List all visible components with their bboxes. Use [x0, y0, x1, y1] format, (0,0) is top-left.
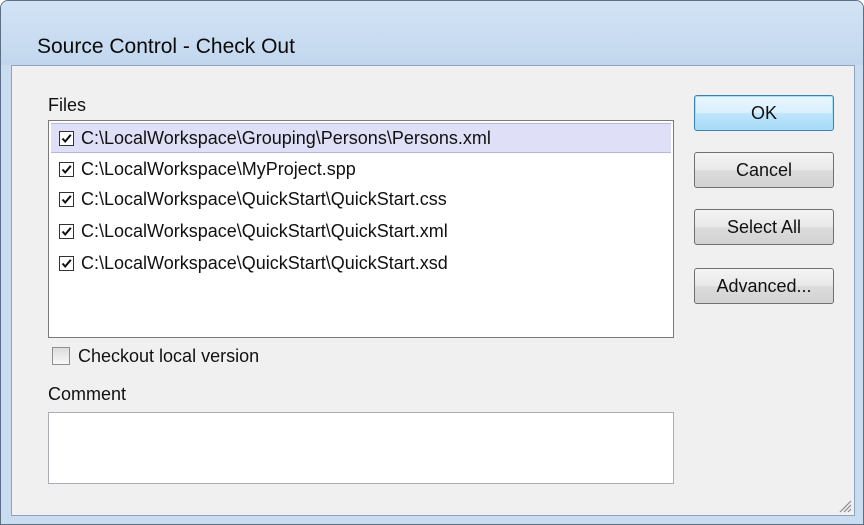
file-path: C:\LocalWorkspace\QuickStart\QuickStart.… — [81, 253, 448, 273]
file-checkbox[interactable] — [59, 256, 74, 271]
ok-button[interactable]: OK — [694, 95, 834, 131]
checkmark-icon — [61, 227, 72, 237]
resize-grip-icon[interactable] — [836, 497, 852, 513]
cancel-button[interactable]: Cancel — [694, 152, 834, 188]
files-list[interactable]: C:\LocalWorkspace\Grouping\Persons\Perso… — [48, 120, 674, 338]
file-path: C:\LocalWorkspace\Grouping\Persons\Perso… — [81, 128, 491, 148]
dialog-window: Source Control - Check Out Files C:\Loca… — [0, 0, 864, 525]
comment-field[interactable] — [48, 412, 674, 484]
file-path: C:\LocalWorkspace\QuickStart\QuickStart.… — [81, 221, 448, 241]
file-row[interactable]: C:\LocalWorkspace\MyProject.spp — [51, 155, 671, 185]
files-label: Files — [48, 95, 87, 115]
title-bar[interactable]: Source Control - Check Out — [1, 1, 863, 65]
select-all-button[interactable]: Select All — [694, 209, 834, 245]
checkout-local-label[interactable]: Checkout local version — [78, 346, 259, 367]
file-checkbox[interactable] — [59, 162, 74, 177]
window-title: Source Control - Check Out — [37, 35, 295, 58]
file-path: C:\LocalWorkspace\QuickStart\QuickStart.… — [81, 189, 447, 209]
checkmark-icon — [61, 195, 72, 205]
advanced-button[interactable]: Advanced... — [694, 268, 834, 304]
checkmark-icon — [61, 165, 72, 175]
dialog-body: Files C:\LocalWorkspace\Grouping\Persons… — [11, 65, 855, 516]
file-checkbox[interactable] — [59, 192, 74, 207]
file-checkbox[interactable] — [59, 131, 74, 146]
file-row[interactable]: C:\LocalWorkspace\QuickStart\QuickStart.… — [51, 249, 671, 279]
file-row[interactable]: C:\LocalWorkspace\QuickStart\QuickStart.… — [51, 185, 671, 215]
comment-label: Comment — [48, 384, 127, 404]
checkmark-icon — [61, 134, 72, 144]
checkout-local-checkbox[interactable] — [52, 347, 70, 365]
file-path: C:\LocalWorkspace\MyProject.spp — [81, 159, 356, 179]
checkmark-icon — [61, 259, 72, 269]
file-row[interactable]: C:\LocalWorkspace\QuickStart\QuickStart.… — [51, 217, 671, 247]
file-row[interactable]: C:\LocalWorkspace\Grouping\Persons\Perso… — [51, 123, 671, 153]
file-checkbox[interactable] — [59, 224, 74, 239]
